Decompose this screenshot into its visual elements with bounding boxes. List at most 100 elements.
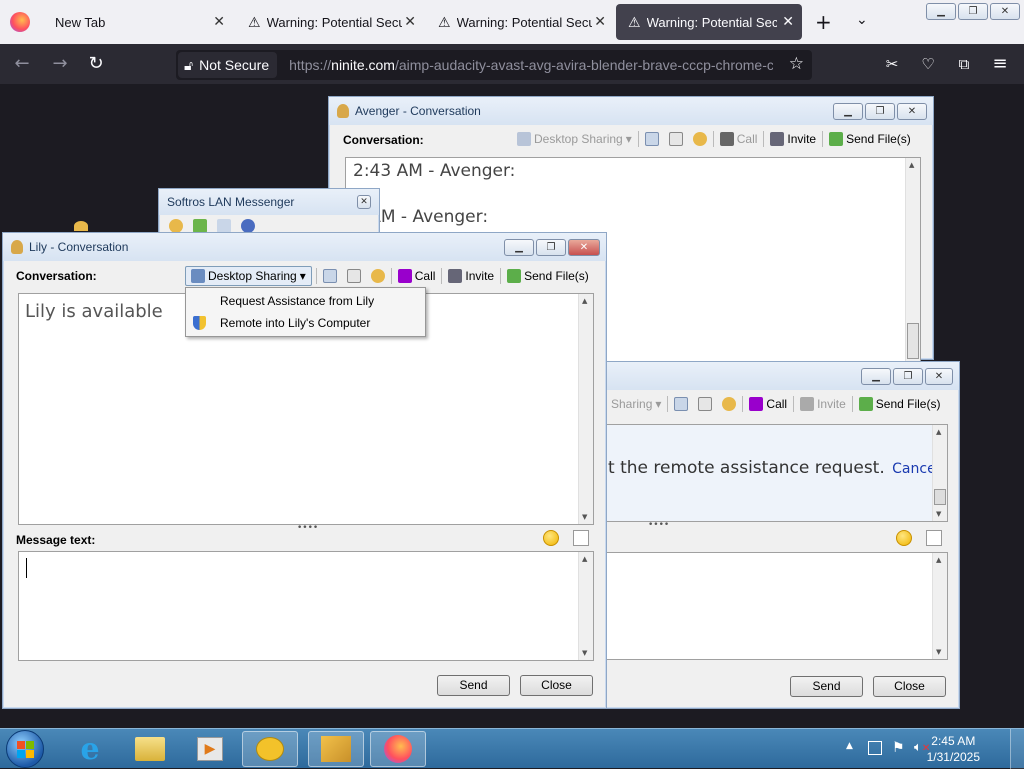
back-icon[interactable]: ←: [10, 52, 34, 76]
send-files-button[interactable]: Send File(s): [502, 269, 594, 283]
minimize-icon[interactable]: ▁: [504, 239, 534, 256]
settings-icon[interactable]: [366, 269, 390, 283]
system-clock[interactable]: 2:45 AM 1/31/2025: [927, 733, 980, 765]
history-icon[interactable]: [640, 132, 664, 146]
conversation-history-pane[interactable]: t the remote assistance request. Cancel …: [575, 424, 948, 522]
send-files-button[interactable]: Send File(s): [824, 132, 916, 146]
close-button[interactable]: Close: [520, 675, 593, 696]
close-icon[interactable]: ✕: [925, 368, 953, 385]
tab-warning-active[interactable]: ⚠ Warning: Potential Security Risk Ahead…: [616, 4, 802, 40]
history-icon[interactable]: [669, 397, 693, 411]
network-icon[interactable]: [868, 741, 882, 755]
contact-info-icon[interactable]: [342, 269, 366, 283]
new-tab-icon[interactable]: +: [815, 10, 832, 34]
forward-icon[interactable]: →: [48, 52, 72, 76]
restore-icon[interactable]: ❐: [893, 368, 923, 385]
firefox-icon[interactable]: [10, 12, 30, 32]
help-icon[interactable]: [241, 219, 255, 233]
show-hidden-icons[interactable]: ▲: [846, 741, 853, 751]
menu-item-remote-into[interactable]: Remote into Lily's Computer: [186, 312, 425, 334]
firefox-taskbar-icon[interactable]: [370, 731, 426, 767]
send-button[interactable]: Send: [437, 675, 510, 696]
window-controls: ▁ ❐ ✕: [504, 239, 600, 256]
lan-messenger-icon[interactable]: [242, 731, 298, 767]
file-explorer-icon[interactable]: [122, 731, 178, 767]
vertical-scrollbar[interactable]: ▲ ▼: [932, 553, 947, 659]
close-icon[interactable]: ✕: [782, 13, 794, 30]
desktop-sharing-button[interactable]: Desktop Sharing ▾: [185, 266, 312, 286]
video-camera-icon: [719, 132, 734, 146]
tab-warning-1[interactable]: ⚠ Warning: Potential Security Risk Ahead…: [236, 0, 424, 44]
call-button[interactable]: Call: [393, 269, 441, 283]
menu-icon[interactable]: ≡: [988, 52, 1012, 76]
url-text[interactable]: https://ninite.com/aimp-audacity-avast-a…: [289, 57, 773, 73]
minimize-icon[interactable]: ▁: [926, 3, 956, 20]
invite-button[interactable]: Invite: [795, 397, 851, 411]
internet-explorer-icon[interactable]: e: [62, 731, 118, 767]
message-input[interactable]: ▲ ▼: [18, 551, 594, 661]
window-titlebar: Softros LAN Messenger: [159, 189, 379, 215]
restore-icon[interactable]: ❐: [536, 239, 566, 256]
close-icon[interactable]: ✕: [568, 239, 600, 256]
menu-item-request-assistance[interactable]: Request Assistance from Lily: [186, 290, 425, 312]
minimize-icon[interactable]: ▁: [861, 368, 891, 385]
send-button[interactable]: Send: [790, 676, 863, 697]
tab-warning-2[interactable]: ⚠ Warning: Potential Security Risk Ahead…: [426, 0, 614, 44]
tab-label: New Tab: [55, 14, 106, 30]
call-button[interactable]: Call: [715, 132, 763, 146]
close-icon[interactable]: ✕: [990, 3, 1020, 20]
vertical-scrollbar[interactable]: ▲ ▼: [578, 294, 593, 524]
conversation-toolbar: Sharing ▾ Call Invite Send File(s): [606, 396, 945, 412]
smiley-icon[interactable]: [543, 530, 559, 546]
extensions-icon[interactable]: ⧉: [952, 52, 976, 76]
list-tabs-icon[interactable]: ⌄: [856, 12, 868, 28]
toolbar-label: Desktop Sharing: [534, 132, 623, 146]
vertical-scrollbar[interactable]: ▲ ▼: [578, 552, 593, 660]
close-icon[interactable]: ✕: [213, 13, 225, 30]
smiley-icon[interactable]: [896, 530, 912, 546]
call-button[interactable]: Call: [744, 397, 792, 411]
desktop-sharing-button[interactable]: Sharing ▾: [606, 397, 666, 411]
settings-icon[interactable]: [169, 219, 183, 233]
flag-icon[interactable]: ⚑: [892, 740, 905, 756]
close-icon[interactable]: ✕: [594, 13, 606, 30]
close-icon[interactable]: ✕: [897, 103, 927, 120]
network-app-icon[interactable]: [308, 731, 364, 767]
not-secure-indicator[interactable]: 🔓︎ Not Secure: [178, 52, 278, 78]
media-player-icon[interactable]: ▶: [182, 731, 238, 767]
start-button[interactable]: [6, 730, 44, 768]
tab-new-tab[interactable]: New Tab ✕: [43, 0, 233, 44]
invite-button[interactable]: Invite: [443, 269, 499, 283]
format-icon[interactable]: [926, 530, 942, 546]
invite-button[interactable]: Invite: [765, 132, 821, 146]
reload-icon[interactable]: ↻: [84, 52, 108, 76]
format-icon[interactable]: [573, 530, 589, 546]
message-input-pane[interactable]: ▲ ▼: [575, 552, 948, 660]
pocket-icon[interactable]: ♡: [916, 52, 940, 76]
toolbar-label: Sharing: [611, 397, 653, 411]
history-icon[interactable]: [217, 219, 231, 233]
settings-icon[interactable]: [688, 132, 712, 146]
minimize-icon[interactable]: ▁: [833, 103, 863, 120]
contact-info-icon[interactable]: [693, 397, 717, 411]
close-icon[interactable]: ✕: [404, 13, 416, 30]
desktop-sharing-button[interactable]: Desktop Sharing ▾: [512, 132, 637, 146]
splitter-grip[interactable]: ••••: [648, 520, 669, 530]
window-controls: ▁ ❐ ✕: [833, 103, 927, 120]
show-desktop-button[interactable]: [1010, 729, 1024, 769]
contact-info-icon[interactable]: [664, 132, 688, 146]
settings-icon[interactable]: [717, 397, 741, 411]
splitter-grip[interactable]: ••••: [297, 523, 318, 533]
restore-icon[interactable]: ❐: [958, 3, 988, 20]
vertical-scrollbar[interactable]: ▲: [905, 158, 920, 361]
restore-icon[interactable]: ❐: [865, 103, 895, 120]
vertical-scrollbar[interactable]: ▲ ▼: [932, 425, 947, 521]
url-bar[interactable]: 🔓︎ Not Secure https://ninite.com/aimp-au…: [176, 50, 812, 80]
refresh-icon[interactable]: [193, 219, 207, 233]
close-button[interactable]: Close: [873, 676, 946, 697]
close-icon[interactable]: ✕: [357, 195, 371, 209]
send-files-button[interactable]: Send File(s): [854, 397, 946, 411]
bookmark-star-icon[interactable]: ☆: [789, 54, 804, 74]
history-icon[interactable]: [318, 269, 342, 283]
screenshot-icon[interactable]: ✂: [880, 52, 904, 76]
